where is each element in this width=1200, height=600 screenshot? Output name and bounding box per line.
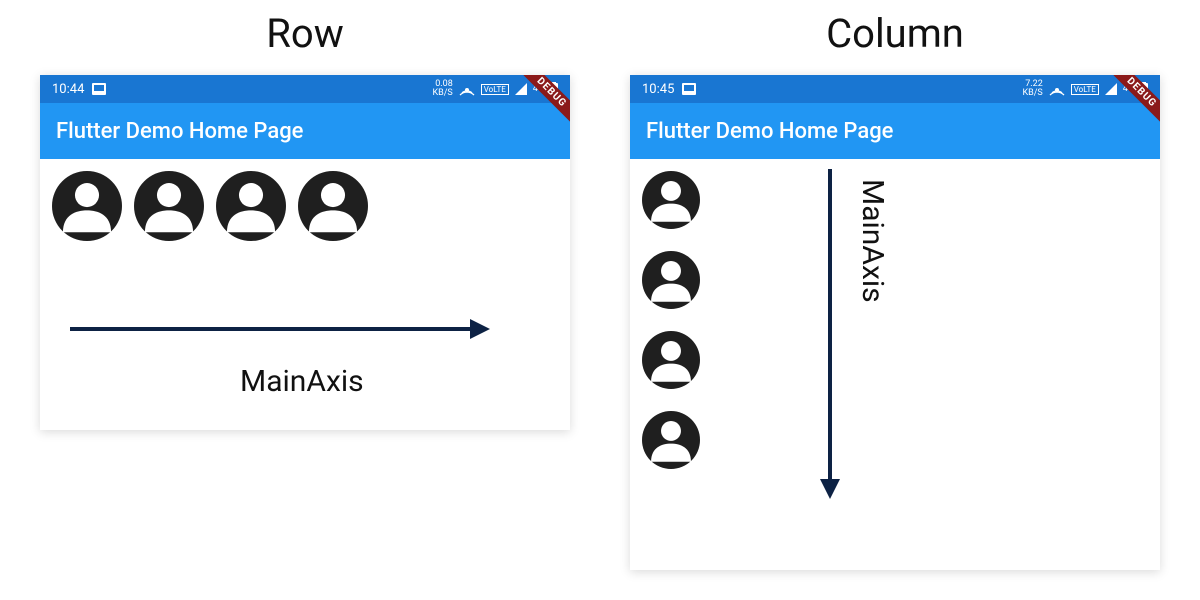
battery-icon: [550, 82, 558, 96]
column-widget: [642, 171, 1148, 469]
network-type: 4G: [1123, 84, 1134, 94]
person-icon: [216, 171, 286, 241]
volte-badge: VoLTE: [481, 84, 509, 95]
signal-icon: [515, 83, 527, 95]
main-axis-label: MainAxis: [240, 364, 364, 399]
row-phone: DEBUG 10:44 0.08KB/S VoLTE 4G: [40, 75, 570, 430]
column-heading: Column: [826, 10, 964, 57]
screen-icon: [682, 83, 696, 95]
person-icon: [642, 411, 700, 469]
person-icon: [642, 331, 700, 389]
screen-icon: [92, 83, 106, 95]
person-icon: [642, 171, 700, 229]
main-axis-arrow-down-icon: [810, 169, 850, 499]
network-speed: 0.08KB/S: [432, 80, 452, 98]
row-example: Row DEBUG 10:44 0.08KB/S VoLTE 4: [40, 10, 570, 430]
row-body: MainAxis: [40, 159, 570, 430]
person-icon: [642, 251, 700, 309]
status-time: 10:45: [642, 82, 674, 97]
person-icon: [134, 171, 204, 241]
status-bar: 10:45 7.22KB/S VoLTE 4G: [630, 75, 1160, 103]
app-bar: Flutter Demo Home Page: [40, 103, 570, 159]
main-axis-label: MainAxis: [855, 179, 890, 303]
row-heading: Row: [266, 10, 344, 57]
column-example: Column DEBUG 10:45 7.22KB/S VoLTE: [630, 10, 1160, 570]
status-bar: 10:44 0.08KB/S VoLTE 4G: [40, 75, 570, 103]
person-icon: [298, 171, 368, 241]
volte-badge: VoLTE: [1071, 84, 1099, 95]
person-icon: [52, 171, 122, 241]
battery-icon: [1140, 82, 1148, 96]
signal-icon: [1105, 83, 1117, 95]
app-bar: Flutter Demo Home Page: [630, 103, 1160, 159]
column-phone: DEBUG 10:45 7.22KB/S VoLTE 4G: [630, 75, 1160, 570]
app-bar-title: Flutter Demo Home Page: [56, 119, 303, 144]
hotspot-icon: [459, 82, 475, 96]
hotspot-icon: [1049, 82, 1065, 96]
column-body: MainAxis: [630, 159, 1160, 570]
network-type: 4G: [533, 84, 544, 94]
main-axis-arrow-right-icon: [70, 309, 490, 349]
app-bar-title: Flutter Demo Home Page: [646, 119, 893, 144]
network-speed: 7.22KB/S: [1022, 80, 1042, 98]
status-time: 10:44: [52, 82, 84, 97]
row-widget: [52, 171, 558, 241]
